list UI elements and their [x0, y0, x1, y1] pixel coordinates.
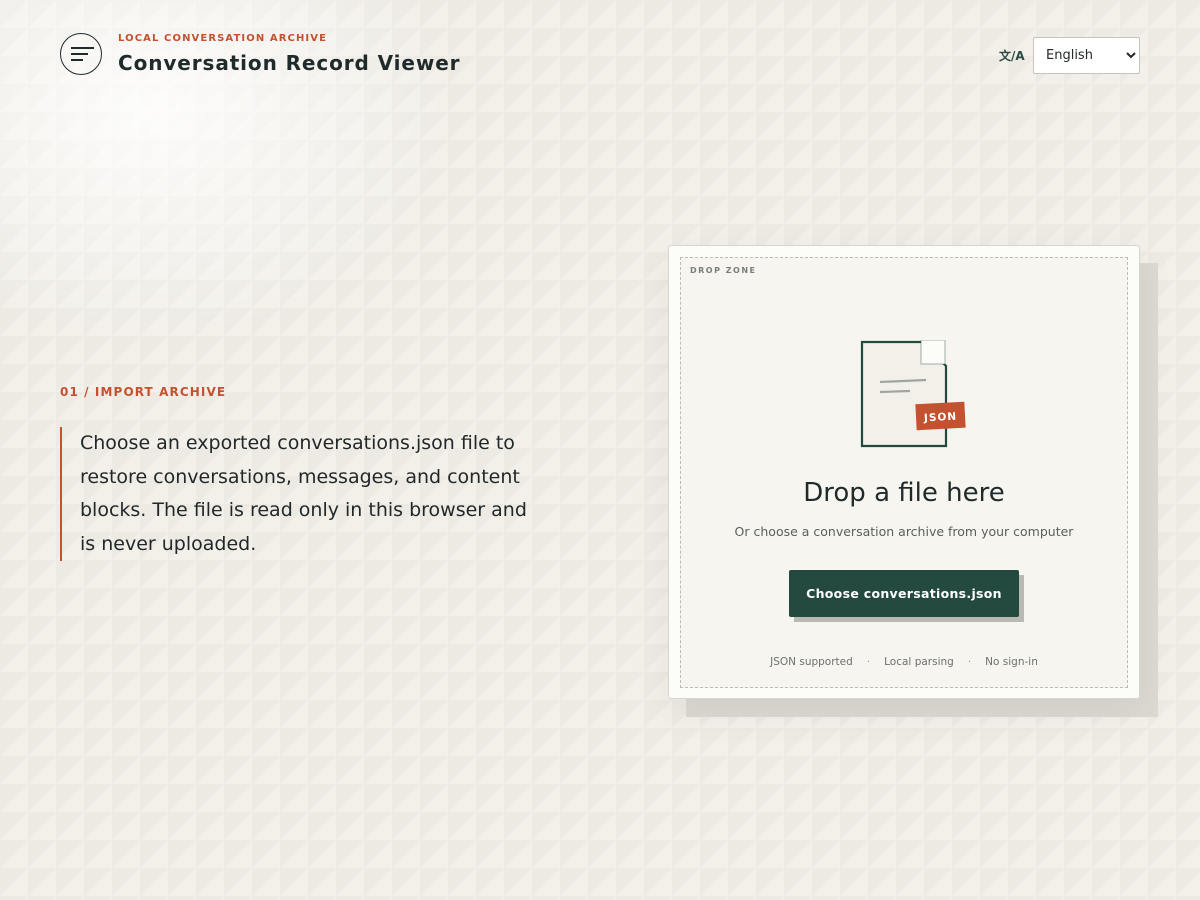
drop-title: Drop a file here — [803, 478, 1005, 508]
feature-no-sign-in: No sign-in — [985, 656, 1038, 668]
app-eyebrow: LOCAL CONVERSATION ARCHIVE — [118, 33, 328, 44]
choose-file-button[interactable]: Choose conversations.json — [789, 570, 1019, 617]
language-select[interactable]: English — [1033, 37, 1140, 74]
feature-separator: · — [866, 656, 871, 668]
feature-json-supported: JSON supported — [770, 656, 853, 668]
translate-icon: 文/A — [999, 49, 1025, 63]
feature-separator: · — [967, 656, 972, 668]
drop-subtitle: Or choose a conversation archive from yo… — [734, 524, 1074, 539]
intro-description: Choose an exported conversations.json fi… — [60, 427, 530, 561]
upload-card: DROP ZONE JSON Drop a file here Or choos… — [668, 245, 1140, 699]
app-title: Conversation Record Viewer — [118, 51, 461, 75]
json-badge: JSON — [923, 411, 958, 425]
step-label: 01 / IMPORT ARCHIVE — [60, 385, 227, 399]
feature-local-parsing: Local parsing — [884, 656, 954, 668]
drop-zone[interactable]: DROP ZONE JSON Drop a file here Or choos… — [680, 257, 1128, 688]
json-file-icon: JSON — [860, 340, 966, 448]
drop-zone-label: DROP ZONE — [690, 266, 757, 275]
menu-lines-icon — [60, 33, 102, 75]
feature-list: JSON supported · Local parsing · No sign-in — [681, 656, 1127, 668]
